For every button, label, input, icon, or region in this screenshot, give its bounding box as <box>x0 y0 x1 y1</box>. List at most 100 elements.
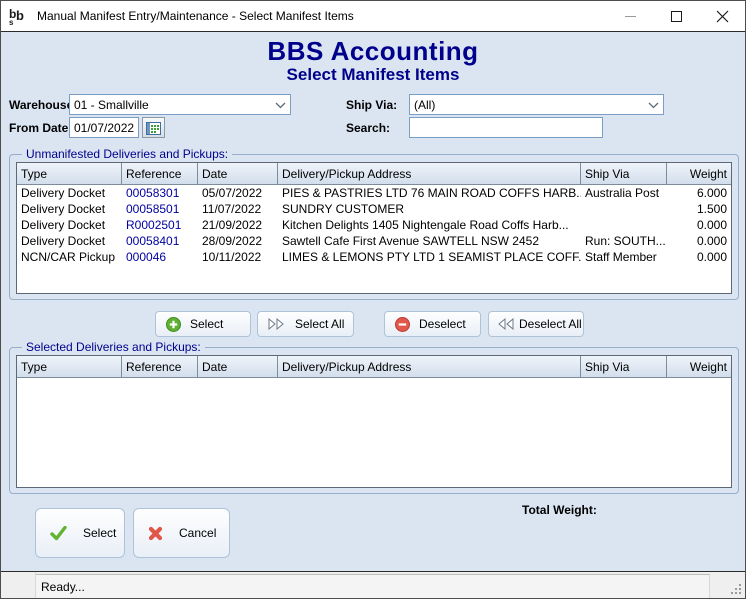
column-header-weight[interactable]: Weight <box>667 163 731 184</box>
resize-grip-icon[interactable] <box>730 583 742 595</box>
column-header-reference[interactable]: Reference <box>122 356 198 377</box>
ship-via-select[interactable]: (All) <box>409 94 664 115</box>
maximize-icon <box>671 11 682 22</box>
cell-weight: 0.000 <box>667 249 731 265</box>
page-subtitle: Select Manifest Items <box>1 65 745 85</box>
calendar-picker-button[interactable] <box>142 117 165 138</box>
red-x-icon <box>148 526 163 541</box>
deselect-button-label: Deselect <box>419 317 466 331</box>
cell-ship-via <box>581 201 667 217</box>
column-header-date[interactable]: Date <box>198 356 278 377</box>
cell-date: 11/07/2022 <box>198 201 278 217</box>
column-header-address[interactable]: Delivery/Pickup Address <box>278 356 581 377</box>
column-header-ship-via[interactable]: Ship Via <box>581 356 667 377</box>
table-row[interactable]: NCN/CAR Pickup 000046 10/11/2022 LIMES &… <box>17 249 731 265</box>
dialog-window: b b s Manual Manifest Entry/Maintenance … <box>0 0 746 599</box>
cell-type: Delivery Docket <box>17 185 122 201</box>
window-title: Manual Manifest Entry/Maintenance - Sele… <box>37 9 354 23</box>
deselect-all-button[interactable]: Deselect All <box>488 311 584 337</box>
minimize-icon <box>625 16 636 17</box>
cell-reference: 00058401 <box>122 233 198 249</box>
cell-date: 05/07/2022 <box>198 185 278 201</box>
unmanifested-grid: Type Reference Date Delivery/Pickup Addr… <box>16 162 732 294</box>
cell-date: 21/09/2022 <box>198 217 278 233</box>
ship-via-value: (All) <box>414 98 435 112</box>
column-header-address[interactable]: Delivery/Pickup Address <box>278 163 581 184</box>
cell-address: PIES & PASTRIES LTD 76 MAIN ROAD COFFS H… <box>278 185 581 201</box>
cell-type: Delivery Docket <box>17 201 122 217</box>
select-button[interactable]: Select <box>155 311 251 337</box>
cell-reference: 000046 <box>122 249 198 265</box>
from-date-label: From Date: <box>9 121 72 135</box>
chevron-down-icon <box>648 98 659 112</box>
green-check-icon <box>50 526 67 541</box>
table-row[interactable]: Delivery Docket 00058301 05/07/2022 PIES… <box>17 185 731 201</box>
cancel-label: Cancel <box>179 526 216 540</box>
selected-grid-body <box>17 378 731 487</box>
minimize-button[interactable] <box>607 1 653 31</box>
cell-ship-via: Australia Post <box>581 185 667 201</box>
svg-text:s: s <box>9 18 14 26</box>
close-icon <box>716 10 729 23</box>
cell-reference: 00058501 <box>122 201 198 217</box>
page-title: BBS Accounting <box>1 36 745 67</box>
confirm-select-button[interactable]: Select <box>35 508 125 558</box>
cell-ship-via: Run: SOUTH... <box>581 233 667 249</box>
cell-ship-via <box>581 217 667 233</box>
ship-via-label: Ship Via: <box>346 98 397 112</box>
select-all-button[interactable]: Select All <box>257 311 354 337</box>
cell-weight: 1.500 <box>667 201 731 217</box>
search-input[interactable] <box>409 117 603 138</box>
table-row[interactable]: Delivery Docket R0002501 21/09/2022 Kitc… <box>17 217 731 233</box>
warehouse-value: 01 - Smallville <box>74 98 149 112</box>
cell-address: Sawtell Cafe First Avenue SAWTELL NSW 24… <box>278 233 581 249</box>
warehouse-select[interactable]: 01 - Smallville <box>69 94 291 115</box>
unmanifested-grid-body: Delivery Docket 00058301 05/07/2022 PIES… <box>17 185 731 293</box>
close-button[interactable] <box>699 1 745 31</box>
unmanifested-groupbox: Unmanifested Deliveries and Pickups: Typ… <box>9 154 739 300</box>
selected-grid: Type Reference Date Delivery/Pickup Addr… <box>16 355 732 488</box>
cell-address: LIMES & LEMONS PTY LTD 1 SEAMIST PLACE C… <box>278 249 581 265</box>
cell-type: Delivery Docket <box>17 233 122 249</box>
warehouse-label: Warehouse: <box>9 98 77 112</box>
total-weight-label: Total Weight: <box>522 503 597 517</box>
cell-date: 10/11/2022 <box>198 249 278 265</box>
unmanifested-grid-header: Type Reference Date Delivery/Pickup Addr… <box>17 163 731 185</box>
double-arrow-right-icon <box>268 318 286 330</box>
select-button-label: Select <box>190 317 223 331</box>
from-date-input[interactable] <box>69 117 139 138</box>
cell-address: SUNDRY CUSTOMER <box>278 201 581 217</box>
cell-weight: 0.000 <box>667 233 731 249</box>
deselect-button[interactable]: Deselect <box>384 311 481 337</box>
select-all-button-label: Select All <box>295 317 344 331</box>
status-pane-main: Ready... <box>36 574 710 598</box>
bbs-app-icon: b b s <box>7 6 29 26</box>
calendar-icon <box>146 121 161 135</box>
remove-minus-icon <box>395 317 410 332</box>
column-header-reference[interactable]: Reference <box>122 163 198 184</box>
add-plus-icon <box>166 317 181 332</box>
table-row[interactable]: Delivery Docket 00058401 28/09/2022 Sawt… <box>17 233 731 249</box>
table-row[interactable]: Delivery Docket 00058501 11/07/2022 SUND… <box>17 201 731 217</box>
cancel-button[interactable]: Cancel <box>133 508 230 558</box>
confirm-select-label: Select <box>83 526 116 540</box>
selected-groupbox: Selected Deliveries and Pickups: Type Re… <box>9 347 739 494</box>
cell-date: 28/09/2022 <box>198 233 278 249</box>
cell-weight: 6.000 <box>667 185 731 201</box>
cell-ship-via: Staff Member <box>581 249 667 265</box>
selected-group-label: Selected Deliveries and Pickups: <box>22 340 205 354</box>
status-bar: Ready... <box>1 572 745 598</box>
column-header-ship-via[interactable]: Ship Via <box>581 163 667 184</box>
dialog-content: BBS Accounting Select Manifest Items War… <box>1 31 745 572</box>
cell-type: Delivery Docket <box>17 217 122 233</box>
column-header-date[interactable]: Date <box>198 163 278 184</box>
column-header-type[interactable]: Type <box>17 356 122 377</box>
deselect-all-button-label: Deselect All <box>519 317 582 331</box>
column-header-weight[interactable]: Weight <box>667 356 731 377</box>
selected-grid-header: Type Reference Date Delivery/Pickup Addr… <box>17 356 731 378</box>
maximize-button[interactable] <box>653 1 699 31</box>
search-label: Search: <box>346 121 390 135</box>
column-header-type[interactable]: Type <box>17 163 122 184</box>
cell-reference: R0002501 <box>122 217 198 233</box>
cell-weight: 0.000 <box>667 217 731 233</box>
